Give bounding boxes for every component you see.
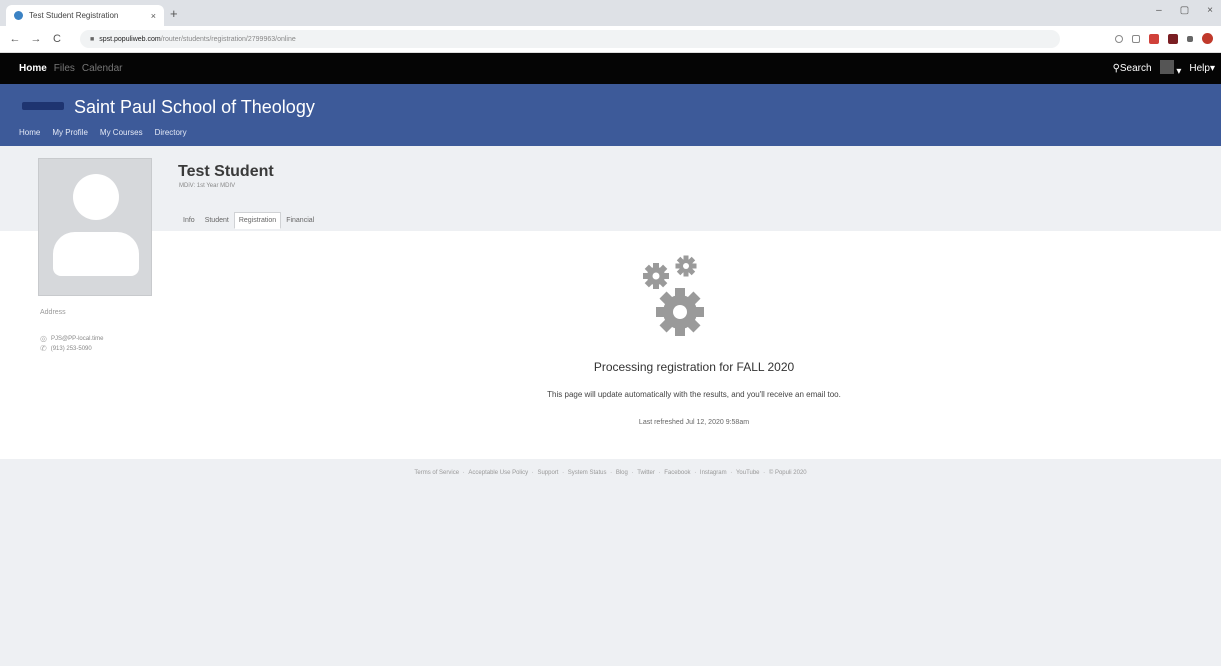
chevron-down-icon: ▾ bbox=[1176, 66, 1182, 77]
reload-icon[interactable]: C bbox=[51, 33, 63, 45]
avatar-head-shape bbox=[73, 174, 119, 220]
tab-registration[interactable]: Registration bbox=[233, 212, 282, 229]
last-refreshed: Last refreshed Jul 12, 2020 9:58am bbox=[638, 419, 750, 426]
search-label: Search bbox=[1119, 63, 1152, 74]
user-avatar bbox=[1159, 60, 1174, 74]
footer-link[interactable]: YouTube bbox=[736, 470, 760, 476]
student-name: Test Student bbox=[178, 163, 274, 180]
school-banner: Saint Paul School of Theology Home My Pr… bbox=[0, 84, 1221, 146]
avatar-body-shape bbox=[53, 232, 139, 276]
top-nav-calendar[interactable]: Calendar bbox=[82, 63, 123, 74]
student-program: MDiV: 1st Year MDIV bbox=[179, 183, 236, 189]
extension-darkred-icon[interactable] bbox=[1168, 33, 1178, 44]
back-arrow-icon[interactable]: ← bbox=[9, 33, 21, 45]
forward-arrow-icon[interactable]: → bbox=[30, 33, 42, 45]
banner-link-profile[interactable]: My Profile bbox=[52, 128, 88, 137]
footer-link[interactable]: Blog bbox=[616, 470, 628, 476]
profile-photo[interactable] bbox=[38, 158, 152, 296]
footer-copyright: © Populi 2020 bbox=[768, 470, 807, 476]
extension-red-icon[interactable] bbox=[1149, 33, 1159, 44]
phone-icon: ✆ bbox=[40, 344, 47, 353]
url-path: /router/students/registration/2799963/on… bbox=[160, 35, 296, 43]
page-footer bbox=[0, 459, 1221, 666]
banner-link-directory[interactable]: Directory bbox=[155, 128, 187, 137]
star-icon[interactable] bbox=[1132, 34, 1140, 43]
favicon-icon bbox=[14, 11, 23, 20]
window-controls: – ▢ × bbox=[1156, 5, 1213, 16]
contact-phone[interactable]: ✆ (913) 253-5090 bbox=[40, 344, 92, 353]
search-icon: ⚲ bbox=[1112, 63, 1120, 74]
help-label: Help bbox=[1189, 63, 1210, 74]
banner-link-home[interactable]: Home bbox=[19, 128, 40, 137]
footer-link[interactable]: Facebook bbox=[664, 470, 690, 476]
search-button[interactable]: ⚲Search bbox=[1113, 63, 1152, 74]
contact-email-text: PJS@PP-local.time bbox=[50, 335, 104, 342]
maximize-button[interactable]: ▢ bbox=[1180, 5, 1189, 16]
user-menu-button[interactable]: ▾ bbox=[1159, 60, 1182, 77]
footer-links: Terms of Service · Acceptable Use Policy… bbox=[414, 470, 807, 476]
gears-processing-icon bbox=[643, 255, 704, 336]
processing-title: Processing registration for FALL 2020 bbox=[593, 360, 795, 374]
footer-link[interactable]: Terms of Service bbox=[414, 470, 459, 476]
help-chevron-icon: ▾ bbox=[1209, 63, 1215, 74]
tab-info[interactable]: Info bbox=[178, 212, 200, 229]
minimize-button[interactable]: – bbox=[1156, 5, 1162, 16]
footer-link[interactable]: Support bbox=[537, 470, 558, 476]
footer-link[interactable]: System Status bbox=[568, 470, 607, 476]
extension-puzzle-icon[interactable] bbox=[1187, 35, 1193, 42]
topbar-right: ⚲Search ▾ Help▾ bbox=[1113, 60, 1215, 77]
tab-student[interactable]: Student bbox=[200, 212, 234, 229]
tab-financial[interactable]: Financial bbox=[281, 212, 319, 229]
app-topbar: Home Files Calendar ⚲Search ▾ Help▾ bbox=[0, 53, 1221, 84]
close-tab-icon[interactable]: × bbox=[151, 11, 156, 21]
processing-note: This page will update automatically with… bbox=[547, 390, 841, 399]
email-icon: ◎ bbox=[40, 334, 47, 343]
lock-icon: ■ bbox=[90, 35, 95, 43]
contact-phone-text: (913) 253-5090 bbox=[50, 345, 92, 352]
footer-link[interactable]: Twitter bbox=[637, 470, 655, 476]
school-name: Saint Paul School of Theology bbox=[74, 97, 315, 117]
search-zoom-icon[interactable] bbox=[1115, 34, 1123, 43]
banner-link-courses[interactable]: My Courses bbox=[100, 128, 143, 137]
address-bar[interactable]: ■ spst.populiweb.com /router/students/re… bbox=[80, 30, 1060, 48]
help-menu-button[interactable]: Help▾ bbox=[1189, 63, 1215, 74]
new-tab-button[interactable]: + bbox=[170, 6, 178, 21]
address-heading: Address bbox=[40, 309, 66, 316]
top-nav-home[interactable]: Home bbox=[19, 63, 47, 74]
browser-tab[interactable]: Test Student Registration × bbox=[6, 5, 164, 26]
footer-link[interactable]: Acceptable Use Policy bbox=[468, 470, 528, 476]
footer-link[interactable]: Instagram bbox=[700, 470, 727, 476]
banner-nav: Home My Profile My Courses Directory bbox=[19, 128, 187, 137]
extension-icons bbox=[1115, 33, 1213, 44]
browser-tab-title: Test Student Registration bbox=[29, 11, 119, 20]
close-window-button[interactable]: × bbox=[1207, 5, 1213, 16]
profile-avatar-icon[interactable] bbox=[1202, 33, 1213, 44]
top-nav-files[interactable]: Files bbox=[54, 63, 75, 74]
browser-tabstrip: Test Student Registration × + – ▢ × bbox=[0, 0, 1221, 26]
contact-email[interactable]: ◎ PJS@PP-local.time bbox=[40, 334, 103, 343]
browser-toolbar: ← → C ■ spst.populiweb.com /router/stude… bbox=[0, 26, 1221, 53]
top-nav: Home Files Calendar bbox=[19, 63, 123, 74]
url-host: spst.populiweb.com bbox=[99, 35, 161, 43]
profile-tabs: Info Student Registration Financial bbox=[178, 212, 319, 229]
school-logo bbox=[22, 102, 64, 110]
